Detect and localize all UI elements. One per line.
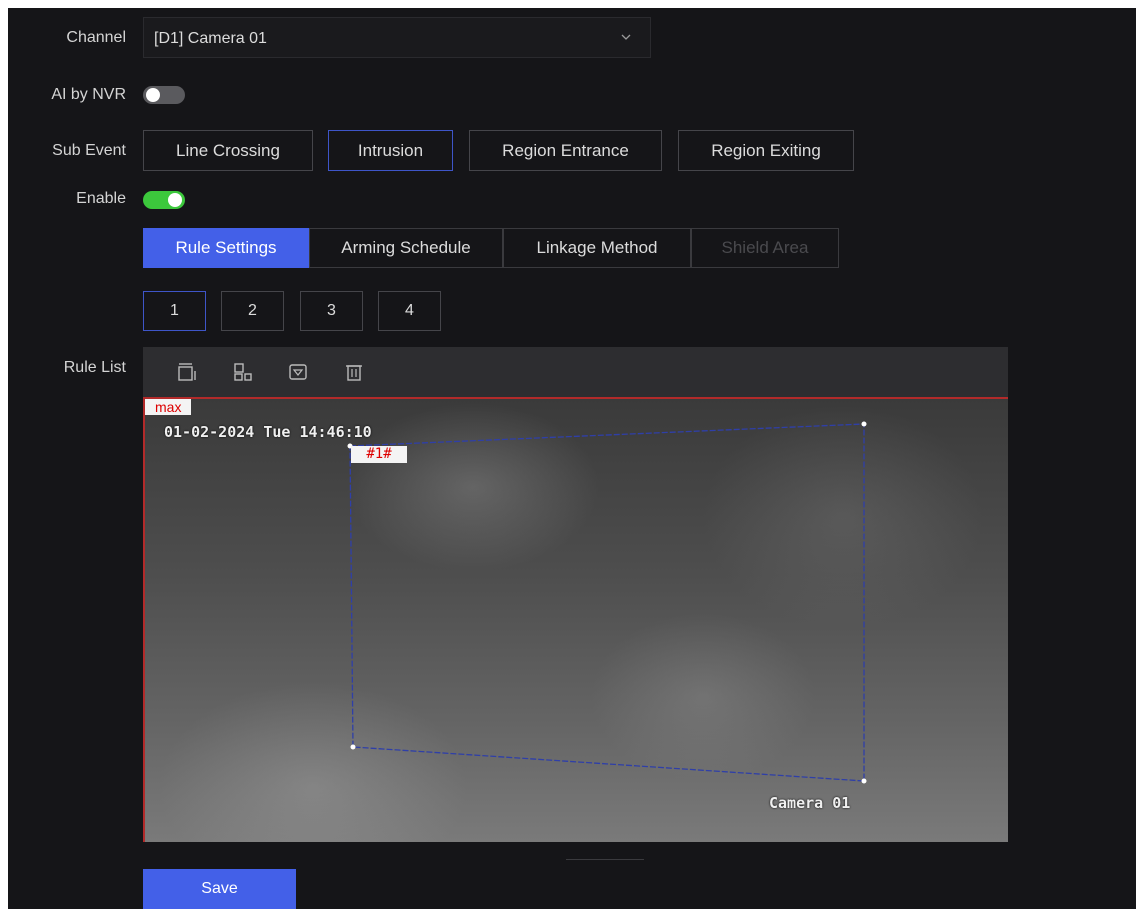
video-border bbox=[143, 397, 1008, 399]
region-vertex[interactable] bbox=[861, 421, 867, 427]
sub-event-line-crossing[interactable]: Line Crossing bbox=[143, 130, 313, 171]
rule-number-2[interactable]: 2 bbox=[221, 291, 284, 331]
video-border bbox=[143, 397, 145, 842]
toggle-knob bbox=[146, 88, 160, 102]
toggle-knob bbox=[168, 193, 182, 207]
channel-label: Channel bbox=[66, 29, 126, 46]
rule-number-3[interactable]: 3 bbox=[300, 291, 363, 331]
enable-label: Enable bbox=[76, 190, 126, 207]
channel-select[interactable]: [D1] Camera 01 bbox=[143, 17, 651, 58]
rule-list-label: Rule List bbox=[63, 359, 126, 376]
tab-linkage-method[interactable]: Linkage Method bbox=[503, 228, 691, 268]
tab-shield-area: Shield Area bbox=[691, 228, 839, 268]
tab-rule-settings[interactable]: Rule Settings bbox=[143, 228, 309, 268]
enable-toggle[interactable] bbox=[143, 191, 185, 209]
rule-number-1[interactable]: 1 bbox=[143, 291, 206, 331]
max-size-icon[interactable] bbox=[233, 362, 253, 382]
region-vertex[interactable] bbox=[861, 778, 867, 784]
ai-by-nvr-label: AI by NVR bbox=[51, 86, 126, 103]
video-preview[interactable]: max 01-02-2024 Tue 14:46:10 #1# Camera 0… bbox=[143, 397, 1008, 842]
sub-event-region-entrance[interactable]: Region Entrance bbox=[469, 130, 662, 171]
osd-timestamp: 01-02-2024 Tue 14:46:10 bbox=[164, 423, 372, 441]
region-vertex[interactable] bbox=[350, 744, 356, 750]
divider bbox=[566, 859, 644, 860]
rule-number-4[interactable]: 4 bbox=[378, 291, 441, 331]
tab-arming-schedule[interactable]: Arming Schedule bbox=[309, 228, 503, 268]
max-tag: max bbox=[145, 399, 192, 415]
sub-event-intrusion[interactable]: Intrusion bbox=[328, 130, 453, 171]
delete-icon[interactable] bbox=[344, 362, 364, 382]
min-size-icon[interactable] bbox=[288, 362, 308, 382]
channel-value: [D1] Camera 01 bbox=[154, 30, 267, 47]
chevron-down-icon bbox=[621, 34, 631, 40]
osd-camera-name: Camera 01 bbox=[769, 794, 851, 812]
region-label: #1# bbox=[351, 446, 407, 463]
detection-region[interactable] bbox=[143, 397, 1008, 842]
save-button[interactable]: Save bbox=[143, 869, 296, 909]
sub-event-region-exiting[interactable]: Region Exiting bbox=[678, 130, 854, 171]
ai-by-nvr-toggle[interactable] bbox=[143, 86, 185, 104]
rule-toolbar bbox=[143, 347, 1008, 397]
draw-area-icon[interactable] bbox=[177, 362, 197, 382]
sub-event-label: Sub Event bbox=[52, 142, 126, 159]
